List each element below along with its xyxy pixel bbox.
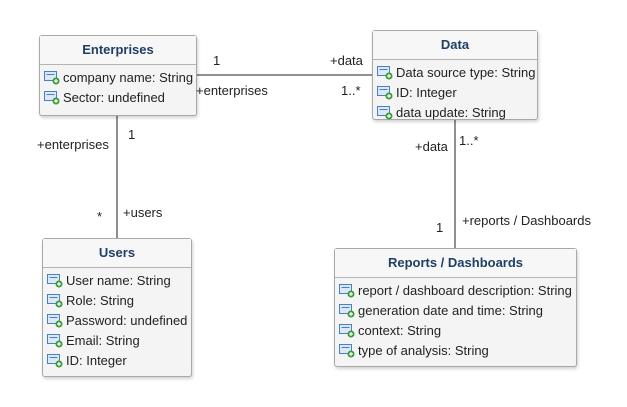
role-enterprises-users-assoc: +enterprises bbox=[37, 137, 109, 152]
attribute-plus-icon bbox=[44, 91, 60, 105]
attribute-label: context: String bbox=[358, 323, 442, 338]
attribute-plus-icon bbox=[47, 334, 63, 348]
attribute-label: Email: String bbox=[66, 333, 140, 348]
multiplicity-reports-end: 1 bbox=[436, 220, 444, 235]
attribute-label: data update: String bbox=[396, 105, 506, 120]
class-users-title: Users bbox=[43, 239, 191, 268]
attribute-label: Role: String bbox=[66, 293, 134, 308]
attribute-row[interactable]: Password: undefined bbox=[43, 311, 191, 331]
class-reports-dashboards[interactable]: Reports / Dashboards report / dashboard … bbox=[334, 248, 577, 367]
multiplicity-data-enterprises-end: 1..* bbox=[341, 83, 361, 98]
attribute-plus-icon bbox=[47, 354, 63, 368]
attribute-label: Password: undefined bbox=[66, 313, 188, 328]
attribute-label: ID: Integer bbox=[66, 353, 127, 368]
attribute-label: User name: String bbox=[66, 273, 171, 288]
attribute-label: report / dashboard description: String bbox=[358, 283, 572, 298]
attribute-plus-icon bbox=[339, 304, 355, 318]
attribute-row[interactable]: ID: Integer bbox=[373, 83, 537, 103]
multiplicity-data-reports-end: 1..* bbox=[459, 133, 479, 148]
role-data: +data bbox=[330, 53, 363, 68]
class-enterprises-attributes: company name: String Sector: undefined bbox=[40, 65, 196, 108]
class-data-title: Data bbox=[373, 31, 537, 60]
attribute-label: Data source type: String bbox=[396, 65, 536, 80]
attribute-row[interactable]: company name: String bbox=[40, 68, 196, 88]
attribute-row[interactable]: Email: String bbox=[43, 331, 191, 351]
role-data-reports-assoc: +data bbox=[415, 139, 448, 154]
attribute-plus-icon bbox=[339, 344, 355, 358]
attribute-row[interactable]: Sector: undefined bbox=[40, 88, 196, 108]
attribute-row[interactable]: report / dashboard description: String bbox=[335, 281, 576, 301]
multiplicity-enterprises-users-end: 1 bbox=[128, 127, 136, 142]
attribute-plus-icon bbox=[44, 71, 60, 85]
class-users[interactable]: Users User name: String Role: String Pas… bbox=[42, 238, 192, 377]
attribute-row[interactable]: type of analysis: String bbox=[335, 341, 576, 361]
attribute-label: company name: String bbox=[63, 70, 194, 85]
attribute-plus-icon bbox=[377, 106, 393, 120]
class-users-attributes: User name: String Role: String Password:… bbox=[43, 268, 191, 371]
class-data[interactable]: Data Data source type: String ID: Intege… bbox=[372, 30, 538, 120]
attribute-plus-icon bbox=[339, 324, 355, 338]
attribute-plus-icon bbox=[47, 274, 63, 288]
class-enterprises-title: Enterprises bbox=[40, 36, 196, 65]
class-enterprises[interactable]: Enterprises company name: String Sector:… bbox=[39, 35, 197, 116]
attribute-plus-icon bbox=[339, 284, 355, 298]
attribute-plus-icon bbox=[47, 314, 63, 328]
class-data-attributes: Data source type: String ID: Integer dat… bbox=[373, 60, 537, 123]
role-enterprises: +enterprises bbox=[196, 83, 268, 98]
attribute-row[interactable]: ID: Integer bbox=[43, 351, 191, 371]
attribute-label: type of analysis: String bbox=[358, 343, 489, 358]
role-users: +users bbox=[123, 205, 163, 220]
attribute-row[interactable]: generation date and time: String bbox=[335, 301, 576, 321]
attribute-label: generation date and time: String bbox=[358, 303, 544, 318]
class-reports-dashboards-attributes: report / dashboard description: String g… bbox=[335, 278, 576, 361]
multiplicity-users-end: * bbox=[97, 209, 103, 224]
role-reports-dashboards: +reports / Dashboards bbox=[462, 213, 591, 228]
attribute-label: Sector: undefined bbox=[63, 90, 165, 105]
attribute-plus-icon bbox=[377, 86, 393, 100]
attribute-row[interactable]: context: String bbox=[335, 321, 576, 341]
attribute-row[interactable]: Role: String bbox=[43, 291, 191, 311]
attribute-row[interactable]: User name: String bbox=[43, 271, 191, 291]
attribute-label: ID: Integer bbox=[396, 85, 457, 100]
class-reports-dashboards-title: Reports / Dashboards bbox=[335, 249, 576, 278]
attribute-plus-icon bbox=[47, 294, 63, 308]
attribute-row[interactable]: Data source type: String bbox=[373, 63, 537, 83]
multiplicity-enterprises-data-end: 1 bbox=[213, 53, 221, 68]
attribute-row[interactable]: data update: String bbox=[373, 103, 537, 123]
attribute-plus-icon bbox=[377, 66, 393, 80]
